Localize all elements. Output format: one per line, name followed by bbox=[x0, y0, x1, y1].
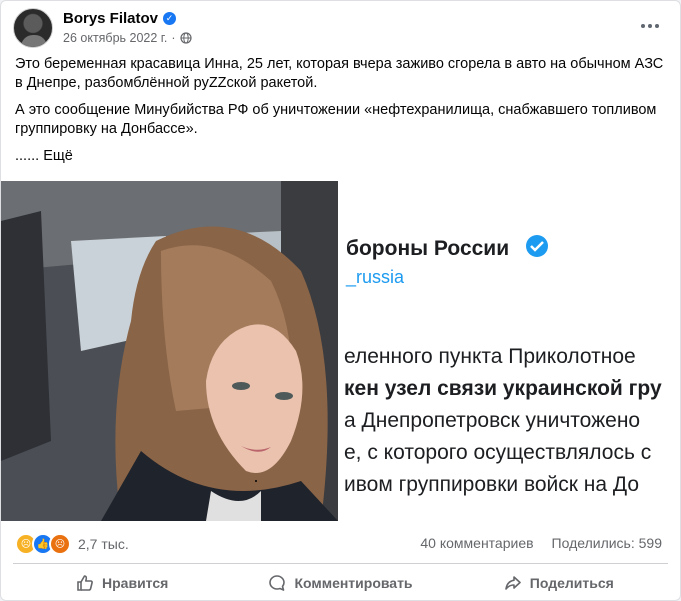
post-stats: 40 комментариев Поделились: 599 bbox=[420, 535, 662, 551]
photo-woman-illustration bbox=[1, 181, 338, 521]
reaction-count[interactable]: 2,7 тыс. bbox=[78, 536, 129, 552]
photo-grid: бороны России _russia еленного пункта Пр… bbox=[1, 181, 680, 521]
post-paragraph: Это беременная красавица Инна, 25 лет, к… bbox=[15, 56, 664, 91]
tweet-line: е, с которого осуществлялось с bbox=[344, 441, 651, 464]
comments-count[interactable]: 40 комментариев bbox=[420, 535, 533, 551]
avatar[interactable] bbox=[13, 8, 53, 48]
author-row: Borys Filatov ✓ bbox=[63, 10, 177, 27]
post-date[interactable]: 26 октябрь 2022 г. bbox=[63, 31, 167, 45]
reactions-summary[interactable]: ☹ 👍 ☹ 2,7 тыс. bbox=[15, 533, 129, 555]
share-label: Поделиться bbox=[529, 575, 614, 591]
post-text: Это беременная красавица Инна, 25 лет, к… bbox=[15, 55, 665, 166]
tweet-line: ивом группировки войск на До bbox=[344, 473, 639, 496]
comment-button[interactable]: Комментировать bbox=[231, 567, 449, 599]
more-options-button[interactable] bbox=[634, 12, 666, 40]
verified-badge-icon: ✓ bbox=[163, 12, 177, 25]
tweet-line: еленного пункта Приколотное bbox=[344, 345, 636, 368]
like-label: Нравится bbox=[102, 575, 169, 591]
see-more-dots: ...... bbox=[15, 148, 40, 164]
author-name[interactable]: Borys Filatov bbox=[63, 10, 158, 27]
share-button[interactable]: Поделиться bbox=[450, 567, 668, 599]
tweet-verified-icon bbox=[526, 235, 548, 257]
tweet-title: бороны России bbox=[346, 237, 509, 260]
more-dot-icon bbox=[655, 24, 659, 28]
share-icon bbox=[504, 576, 521, 590]
tweet-line: кен узел связи украинской гру bbox=[344, 377, 662, 400]
meta-separator: · bbox=[171, 31, 176, 45]
action-bar: Нравится Комментировать Поделиться bbox=[13, 567, 668, 599]
tweet-screenshot: бороны России _russia еленного пункта Пр… bbox=[340, 181, 680, 521]
post-paragraph: А это сообщение Минубийства РФ об уничто… bbox=[15, 102, 657, 137]
post-card: Borys Filatov ✓ 26 октябрь 2022 г. · Это… bbox=[0, 0, 681, 601]
thumbs-up-icon bbox=[77, 575, 93, 591]
post-header: Borys Filatov ✓ 26 октябрь 2022 г. · bbox=[13, 8, 668, 50]
see-more-link[interactable]: ...... Ещё bbox=[15, 147, 665, 166]
shares-count[interactable]: Поделились: 599 bbox=[552, 535, 662, 551]
tweet-line: а Днепропетровск уничтожено bbox=[344, 409, 640, 432]
like-button[interactable]: Нравится bbox=[13, 567, 231, 599]
comment-label: Комментировать bbox=[294, 575, 413, 591]
tweet-handle: _russia bbox=[345, 267, 405, 288]
globe-icon bbox=[179, 32, 192, 44]
photo-woman[interactable] bbox=[1, 181, 338, 521]
more-dot-icon bbox=[648, 24, 652, 28]
divider bbox=[13, 563, 668, 564]
angry-reaction-icon: ☹ bbox=[49, 533, 71, 555]
see-more-label: Ещё bbox=[43, 148, 73, 164]
more-dot-icon bbox=[641, 24, 645, 28]
post-meta: 26 октябрь 2022 г. · bbox=[63, 31, 192, 45]
photo-screenshot[interactable]: бороны России _russia еленного пункта Пр… bbox=[340, 181, 680, 521]
comment-icon bbox=[269, 575, 286, 591]
